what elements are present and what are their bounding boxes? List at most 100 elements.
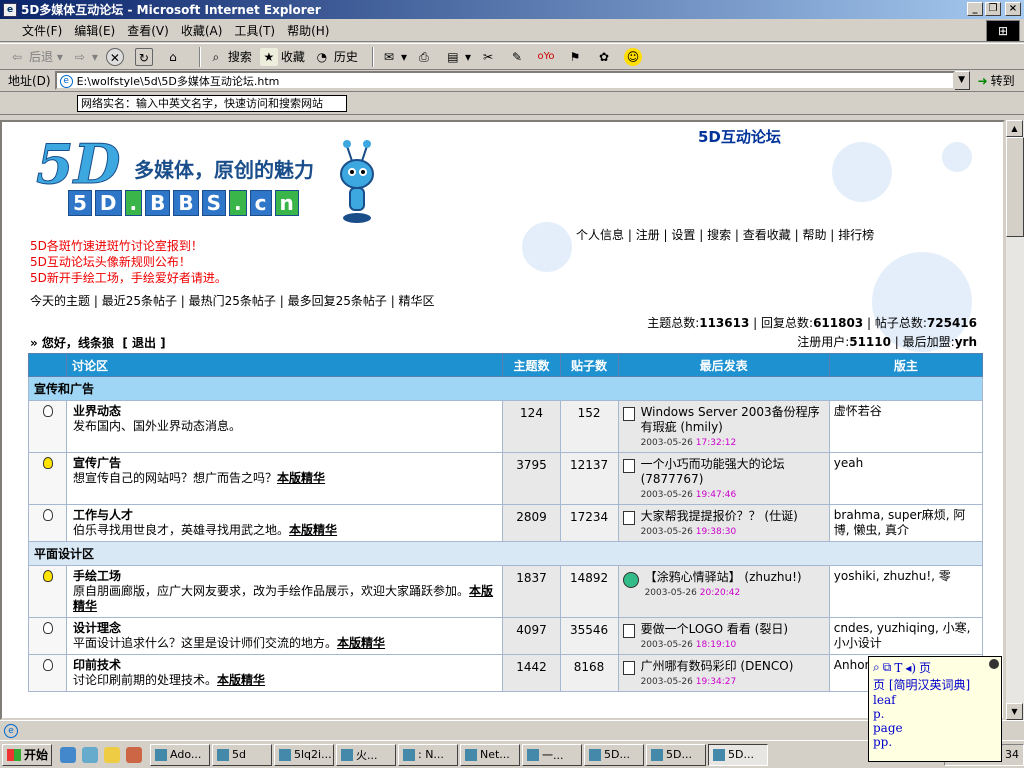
tool-1-button[interactable]: ✂ <box>479 48 500 66</box>
stop-button[interactable]: ✕ <box>105 47 127 66</box>
link-settings[interactable]: 设置 <box>671 228 695 242</box>
scroll-up-icon[interactable]: ▲ <box>1006 120 1023 137</box>
taskbar-task[interactable]: 5d <box>212 743 272 766</box>
menu-file[interactable]: 文件(F) <box>16 22 68 39</box>
tool-6-button[interactable]: ☺ <box>624 47 645 66</box>
forum-name[interactable]: 手绘工场 <box>73 569 496 584</box>
close-button[interactable]: × <box>1005 2 1021 16</box>
announcement-link[interactable]: 5D各斑竹速进斑竹讨论室报到！ <box>30 238 227 254</box>
restore-button[interactable]: ❐ <box>985 2 1001 16</box>
history-button[interactable]: ◔ 历史 <box>313 48 358 66</box>
category-name[interactable]: 宣传和广告 <box>28 376 983 401</box>
tool-5-button[interactable]: ✿ <box>595 48 616 66</box>
refresh-button[interactable]: ↻ <box>134 47 156 66</box>
taskbar-task[interactable]: 火... <box>336 743 396 766</box>
taskbar-task[interactable]: 5D... <box>584 743 644 766</box>
dict-close-icon[interactable] <box>989 659 999 669</box>
edit-button[interactable]: ▤ ▾ <box>444 48 471 66</box>
last-post-user[interactable]: (仕诞) <box>764 509 797 523</box>
last-post-title[interactable]: 一个小巧而功能强大的论坛 <box>641 457 785 471</box>
last-post-title[interactable]: 要做一个LOGO 看看 <box>641 622 751 636</box>
link-essence[interactable]: 精华区 <box>399 294 435 308</box>
link-register[interactable]: 注册 <box>636 228 660 242</box>
username[interactable]: 线条狼 <box>78 336 114 350</box>
category-name[interactable]: 平面设计区 <box>28 541 983 566</box>
last-post-title[interactable]: Windows Server 2003备份程序有瑕疵 <box>641 405 820 434</box>
address-input[interactable]: e E:\wolfstyle\5d\5D多媒体互动论坛.htm <box>54 71 955 90</box>
forum-name[interactable]: 宣传广告 <box>73 456 496 471</box>
favorites-button[interactable]: ★ 收藏 <box>259 47 305 66</box>
last-post-user[interactable]: (zhuzhu!) <box>744 570 801 584</box>
menu-tools[interactable]: 工具(T) <box>228 22 281 39</box>
search-button[interactable]: ⌕ 搜索 <box>207 48 252 66</box>
last-post-user[interactable]: (DENCO) <box>740 659 793 673</box>
print-button[interactable]: ⎙ <box>415 48 436 66</box>
last-post-title[interactable]: 广州哪有数码彩印 <box>641 659 737 673</box>
last-post-user[interactable]: (7877767) <box>641 472 704 486</box>
link-hot-posts[interactable]: 最热门25条帖子 <box>189 294 276 308</box>
dict-search-icon[interactable]: ⌕ <box>873 660 880 675</box>
last-post-user[interactable]: (hmily) <box>680 420 722 434</box>
app-launch-icon[interactable] <box>126 746 142 763</box>
forum-name[interactable]: 设计理念 <box>73 621 496 636</box>
scroll-thumb[interactable] <box>1006 137 1024 237</box>
scroll-down-icon[interactable]: ▼ <box>1006 703 1023 720</box>
announcement-link[interactable]: 5D互动论坛头像新规则公布！ <box>30 254 227 270</box>
link-profile[interactable]: 个人信息 <box>576 228 624 242</box>
forum-name[interactable]: 印前技术 <box>73 658 496 673</box>
last-post-title[interactable]: 【涂鸦心情驿站】 <box>645 570 741 584</box>
forum-moderators[interactable]: cndes, yuzhiqing, 小寒, 小小设计 <box>828 617 984 655</box>
link-today-topics[interactable]: 今天的主题 <box>30 294 90 308</box>
taskbar-task[interactable]: 5D... <box>646 743 706 766</box>
realname-input[interactable]: 网络实名：输入中英文名字，快速访问和搜索网站 <box>77 95 347 112</box>
menu-edit[interactable]: 编辑(E) <box>68 22 121 39</box>
stat-newest-user[interactable]: yrh <box>955 335 977 349</box>
forum-name[interactable]: 业界动态 <box>73 404 496 419</box>
minimize-button[interactable]: _ <box>967 2 983 16</box>
site-logo[interactable]: 5D 多媒体，原创的魅力 5 D . B B S . c n <box>35 132 386 227</box>
link-ranking[interactable]: 排行榜 <box>838 228 874 242</box>
taskbar-task[interactable]: 一... <box>522 743 582 766</box>
taskbar-task[interactable]: : N... <box>398 743 458 766</box>
logout-link[interactable]: [ 退出 ] <box>122 336 165 350</box>
best-posts-link[interactable]: 本版精华 <box>217 673 265 687</box>
tool-3-button[interactable]: oYo <box>537 48 558 66</box>
best-posts-link[interactable]: 本版精华 <box>289 523 337 537</box>
taskbar-task[interactable]: Net... <box>460 743 520 766</box>
vertical-scrollbar[interactable]: ▲ ▼ <box>1005 120 1024 720</box>
mail-button[interactable]: ✉ ▾ <box>380 48 407 66</box>
back-button[interactable]: ⇦ 后退 ▾ <box>8 48 63 66</box>
forum-moderators[interactable]: yoshiki, zhuzhu!, 零 <box>828 565 984 618</box>
link-help[interactable]: 帮助 <box>802 228 826 242</box>
tool-4-button[interactable]: ⚑ <box>566 48 587 66</box>
announcement-link[interactable]: 5D新开手绘工场，手绘爱好者请进。 <box>30 270 227 286</box>
home-button[interactable]: ⌂ <box>164 48 185 66</box>
menu-favorites[interactable]: 收藏(A) <box>175 22 229 39</box>
ie-launch-icon[interactable] <box>60 746 76 763</box>
menu-view[interactable]: 查看(V) <box>121 22 175 39</box>
go-button[interactable]: ➜ 转到 <box>978 72 1015 89</box>
link-search[interactable]: 搜索 <box>707 228 731 242</box>
dict-translate-icon[interactable]: T <box>894 661 902 675</box>
forward-button[interactable]: ⇨ ▾ <box>71 48 98 66</box>
forum-name[interactable]: 工作与人才 <box>73 508 496 523</box>
forum-moderators[interactable]: 虚怀若谷 <box>828 400 984 453</box>
outlook-launch-icon[interactable] <box>104 746 120 763</box>
best-posts-link[interactable]: 本版精华 <box>277 471 325 485</box>
desktop-launch-icon[interactable] <box>82 746 98 763</box>
dict-copy-icon[interactable]: ⧉ <box>883 660 892 675</box>
link-most-replied[interactable]: 最多回复25条帖子 <box>288 294 387 308</box>
last-post-title[interactable]: 大家帮我提提报价？？ <box>641 509 761 523</box>
forum-moderators[interactable]: brahma, super麻烦, 阿博, 懒虫, 真介 <box>828 504 984 542</box>
last-post-user[interactable]: (裂日) <box>755 622 788 636</box>
link-recent-posts[interactable]: 最近25条帖子 <box>102 294 177 308</box>
link-view-favorites[interactable]: 查看收藏 <box>743 228 791 242</box>
forum-moderators[interactable]: yeah <box>828 452 984 505</box>
start-button[interactable]: 开始 <box>2 743 52 766</box>
menu-help[interactable]: 帮助(H) <box>281 22 335 39</box>
dict-speaker-icon[interactable]: ◂) <box>905 661 916 675</box>
taskbar-task[interactable]: Ado... <box>150 743 210 766</box>
tool-2-button[interactable]: ✎ <box>508 48 529 66</box>
taskbar-task[interactable]: 5lq2i... <box>274 743 334 766</box>
taskbar-task[interactable]: 5D... <box>708 743 768 766</box>
